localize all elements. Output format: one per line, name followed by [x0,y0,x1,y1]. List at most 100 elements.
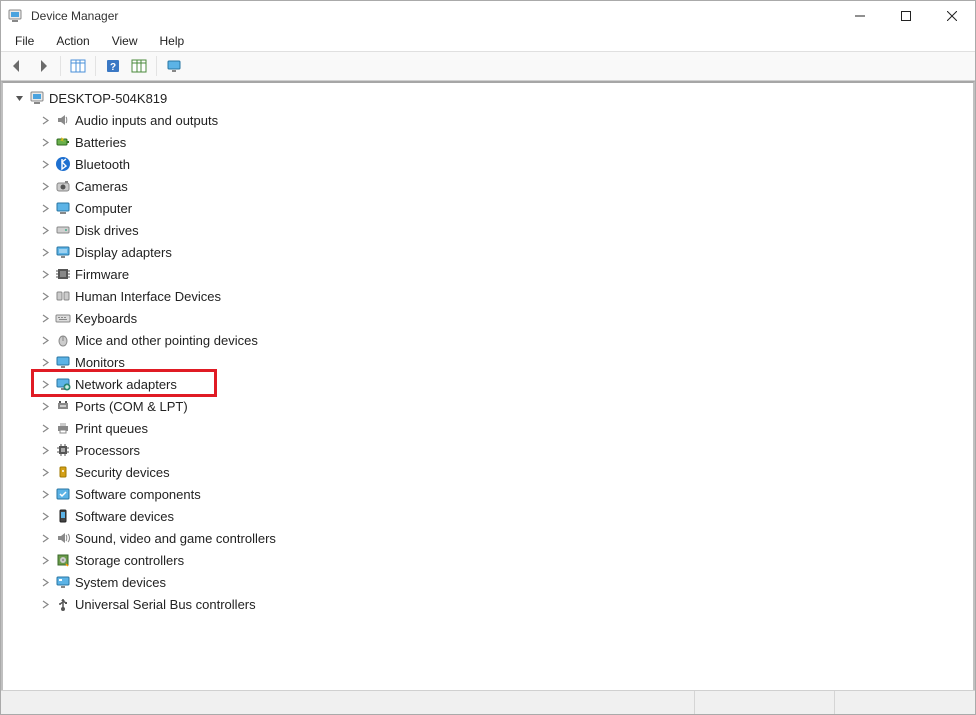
tree-item[interactable]: Batteries [7,131,973,153]
tree-item-label: Display adapters [75,245,172,260]
menu-help[interactable]: Help [150,32,195,50]
tree-item[interactable]: Universal Serial Bus controllers [7,593,973,615]
chevron-right-icon[interactable] [39,356,51,368]
bluetooth-icon [55,156,71,172]
menu-file[interactable]: File [5,32,44,50]
chevron-right-icon[interactable] [39,554,51,566]
chevron-right-icon[interactable] [39,158,51,170]
tree-item-label: Disk drives [75,223,139,238]
tree-item-label: Ports (COM & LPT) [75,399,188,414]
maximize-button[interactable] [883,1,929,31]
tree-item[interactable]: Display adapters [7,241,973,263]
chevron-right-icon[interactable] [39,444,51,456]
chevron-right-icon[interactable] [39,246,51,258]
tree-item[interactable]: System devices [7,571,973,593]
tree-item[interactable]: Network adapters [7,373,973,395]
help-button[interactable]: ? [101,54,125,78]
tree-item-label: Security devices [75,465,170,480]
tree-item[interactable]: Sound, video and game controllers [7,527,973,549]
chevron-right-icon[interactable] [39,598,51,610]
tree-item[interactable]: Software devices [7,505,973,527]
battery-icon [55,134,71,150]
forward-button[interactable] [31,54,55,78]
toolbar-separator [60,56,61,76]
chevron-right-icon[interactable] [39,312,51,324]
chevron-right-icon[interactable] [39,136,51,148]
tree-item[interactable]: Human Interface Devices [7,285,973,307]
chevron-right-icon[interactable] [39,422,51,434]
usb-icon [55,596,71,612]
tree-item[interactable]: Computer [7,197,973,219]
tree-item-label: Computer [75,201,132,216]
chevron-right-icon[interactable] [39,532,51,544]
tree-item[interactable]: Cameras [7,175,973,197]
tree-item[interactable]: Print queues [7,417,973,439]
device-tree[interactable]: DESKTOP-504K819 Audio inputs and outputs… [1,81,975,690]
display-adapter-icon [55,244,71,260]
menubar: File Action View Help [1,31,975,51]
tree-item-label: System devices [75,575,166,590]
tree-item-label: Human Interface Devices [75,289,221,304]
chevron-down-icon[interactable] [13,92,25,104]
tree-item[interactable]: Software components [7,483,973,505]
window-title: Device Manager [31,9,837,23]
toolbar-separator [95,56,96,76]
software-device-icon [55,508,71,524]
menu-view[interactable]: View [102,32,148,50]
statusbar [1,690,975,714]
tree-item[interactable]: Processors [7,439,973,461]
speaker-icon [55,112,71,128]
chevron-right-icon[interactable] [39,400,51,412]
tree-item-label: Universal Serial Bus controllers [75,597,256,612]
tree-item[interactable]: Mice and other pointing devices [7,329,973,351]
chevron-right-icon[interactable] [39,290,51,302]
port-icon [55,398,71,414]
tree-item[interactable]: Keyboards [7,307,973,329]
firmware-icon [55,266,71,282]
menu-action[interactable]: Action [46,32,99,50]
tree-item[interactable]: Disk drives [7,219,973,241]
chevron-right-icon[interactable] [39,202,51,214]
chevron-right-icon[interactable] [39,488,51,500]
chevron-right-icon[interactable] [39,576,51,588]
security-icon [55,464,71,480]
chevron-right-icon[interactable] [39,180,51,192]
camera-icon [55,178,71,194]
hid-icon [55,288,71,304]
chevron-right-icon[interactable] [39,114,51,126]
remote-button[interactable] [162,54,186,78]
chevron-right-icon[interactable] [39,334,51,346]
tree-item-label: Network adapters [75,377,177,392]
titlebar: Device Manager [1,1,975,31]
tree-item[interactable]: Security devices [7,461,973,483]
minimize-button[interactable] [837,1,883,31]
cpu-icon [55,442,71,458]
tree-item-label: Batteries [75,135,126,150]
close-button[interactable] [929,1,975,31]
chevron-right-icon[interactable] [39,378,51,390]
back-button[interactable] [5,54,29,78]
chevron-right-icon[interactable] [39,510,51,522]
tree-item-label: Software devices [75,509,174,524]
tree-item-label: Software components [75,487,201,502]
network-icon [55,376,71,392]
tree-item[interactable]: Audio inputs and outputs [7,109,973,131]
tree-item-label: Sound, video and game controllers [75,531,276,546]
tree-item-label: Mice and other pointing devices [75,333,258,348]
tree-item-label: Audio inputs and outputs [75,113,218,128]
mouse-icon [55,332,71,348]
tree-item[interactable]: Firmware [7,263,973,285]
tree-item-label: Processors [75,443,140,458]
tree-item[interactable]: Ports (COM & LPT) [7,395,973,417]
scan-button[interactable] [127,54,151,78]
show-hidden-button[interactable] [66,54,90,78]
tree-item[interactable]: Storage controllers [7,549,973,571]
tree-root[interactable]: DESKTOP-504K819 [7,87,973,109]
tree-item[interactable]: Monitors [7,351,973,373]
chevron-right-icon[interactable] [39,466,51,478]
tree-item[interactable]: Bluetooth [7,153,973,175]
chevron-right-icon[interactable] [39,224,51,236]
chevron-right-icon[interactable] [39,268,51,280]
toolbar-separator [156,56,157,76]
keyboard-icon [55,310,71,326]
